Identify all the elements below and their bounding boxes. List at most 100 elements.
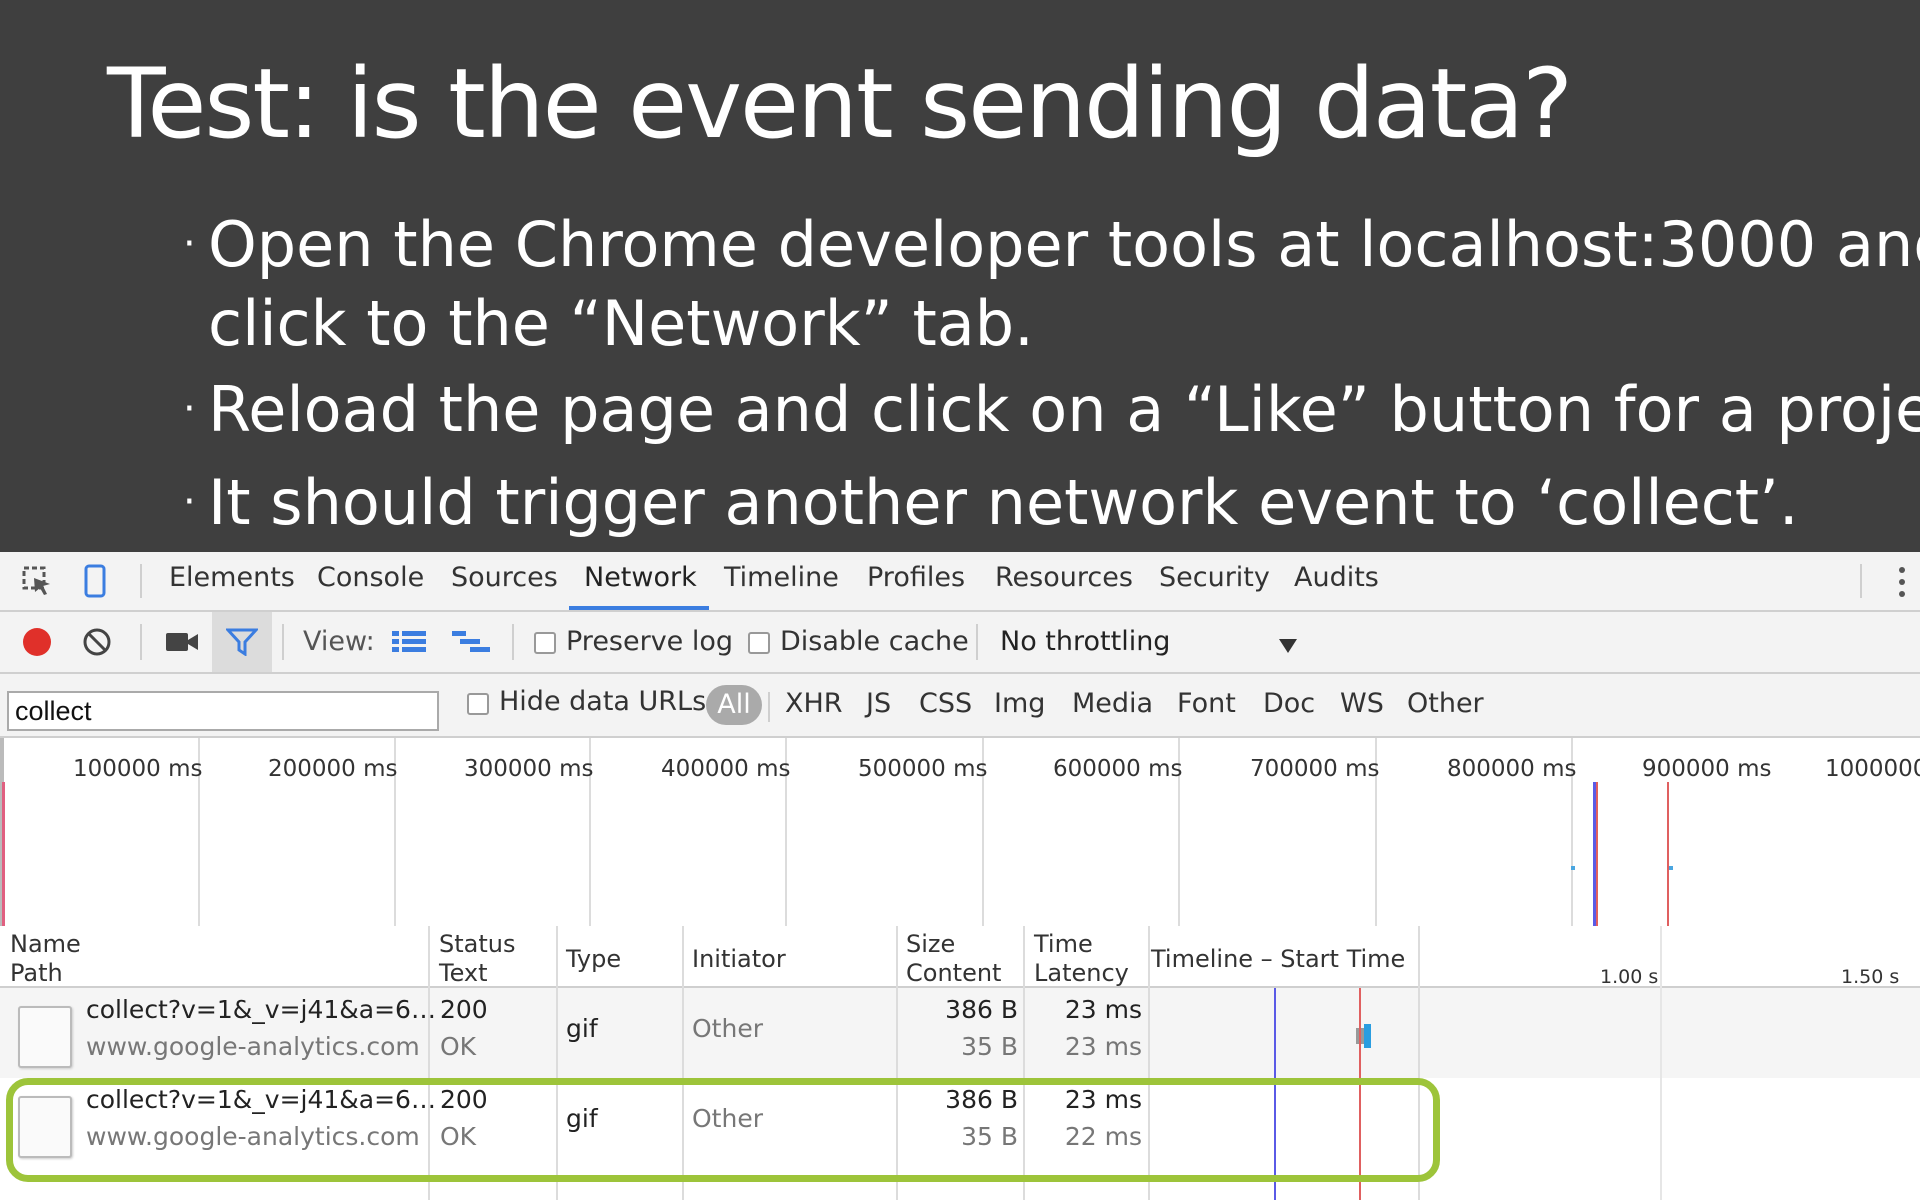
overview-load-marker — [1667, 782, 1669, 926]
preserve-log-label: Preserve log — [566, 626, 734, 657]
divider — [1860, 564, 1862, 598]
tab-resources[interactable]: Resources — [995, 562, 1133, 593]
device-mode-icon[interactable] — [84, 564, 106, 602]
waterfall-bar-receiving — [1364, 1024, 1371, 1048]
more-options-icon[interactable] — [1898, 566, 1906, 602]
throttling-value: No throttling — [1000, 626, 1171, 657]
column-header-initiator[interactable]: Initiator — [692, 945, 786, 974]
tab-profiles[interactable]: Profiles — [867, 562, 965, 593]
overview-request-dot — [1669, 866, 1673, 870]
highlight-box — [6, 1078, 1440, 1182]
dropdown-arrow-icon — [1279, 638, 1297, 657]
record-icon[interactable] — [21, 626, 53, 662]
bullet-3-line-1: It should trigger another network event … — [208, 466, 1799, 539]
column-header-time[interactable]: Time — [1034, 930, 1093, 959]
bullet-2-line-1: Reload the page and click on a “Like” bu… — [208, 373, 1920, 446]
disable-cache-label: Disable cache — [780, 626, 969, 657]
filter-type-other[interactable]: Other — [1407, 688, 1484, 719]
filter-type-js[interactable]: JS — [866, 688, 891, 719]
waterfall-scale-label: 1.00 s — [1600, 966, 1659, 988]
request-type: gif — [566, 1014, 598, 1043]
tab-audits[interactable]: Audits — [1294, 562, 1379, 593]
preserve-log-checkbox[interactable] — [534, 632, 556, 654]
throttling-select[interactable]: No throttling — [996, 620, 1306, 664]
request-content-size: 35 B — [961, 1032, 1018, 1061]
hide-data-urls-checkbox[interactable] — [467, 693, 489, 715]
tab-console[interactable]: Console — [317, 562, 424, 593]
filter-type-css[interactable]: CSS — [919, 688, 972, 719]
filter-type-ws[interactable]: WS — [1340, 688, 1384, 719]
request-row[interactable]: collect?v=1&_v=j41&a=6… www.google-analy… — [0, 988, 1920, 1078]
column-header-type[interactable]: Type — [566, 945, 621, 974]
network-toolbar: View: Preserve log Disable cache No thro… — [0, 612, 1920, 674]
request-latency: 23 ms — [1064, 1032, 1142, 1061]
overview-tick-label: 1000000 — [1825, 756, 1920, 782]
active-tab-indicator — [569, 606, 709, 610]
tab-security[interactable]: Security — [1159, 562, 1270, 593]
request-status-text: OK — [440, 1032, 477, 1061]
clear-icon[interactable] — [82, 627, 112, 661]
column-header-path[interactable]: Path — [10, 959, 63, 988]
slide-title: Test: is the event sending data? — [107, 48, 1573, 160]
overview-tick-label: 700000 ms — [1250, 756, 1380, 782]
request-time: 23 ms — [1064, 995, 1142, 1024]
column-header-status-text[interactable]: Text — [439, 959, 488, 988]
tab-network[interactable]: Network — [584, 562, 697, 593]
request-size: 386 B — [945, 995, 1018, 1024]
overview-tick-label: 100000 ms — [73, 756, 203, 782]
filter-input[interactable] — [7, 691, 439, 731]
bullet-2: · Reload the page and click on a “Like” … — [183, 370, 1920, 449]
filter-type-media[interactable]: Media — [1072, 688, 1153, 719]
large-rows-icon[interactable] — [392, 630, 426, 658]
divider — [768, 692, 770, 722]
waterfall-scale-label: 1.50 s — [1841, 966, 1900, 988]
bullet-3: · It should trigger another network even… — [183, 463, 1799, 542]
filter-type-font[interactable]: Font — [1177, 688, 1236, 719]
file-icon — [18, 1006, 72, 1068]
bullet-dot: · — [183, 386, 196, 432]
filter-type-all[interactable]: All — [706, 685, 762, 725]
bullet-dot: · — [183, 479, 196, 525]
divider — [512, 624, 514, 660]
capture-screenshots-icon[interactable] — [165, 630, 199, 658]
divider — [140, 624, 142, 660]
bullet-1-line-2: click to the “Network” tab. — [208, 287, 1034, 360]
column-header-latency[interactable]: Latency — [1034, 959, 1129, 988]
tab-timeline[interactable]: Timeline — [724, 562, 839, 593]
column-header-status[interactable]: Status — [439, 930, 515, 959]
divider — [282, 624, 284, 660]
request-table-header: Name Path Status Text Type Initiator Siz… — [0, 926, 1920, 988]
column-header-size[interactable]: Size — [906, 930, 955, 959]
overview-request-dot — [1571, 866, 1575, 870]
view-label: View: — [303, 626, 375, 657]
request-initiator: Other — [692, 1014, 763, 1043]
disable-cache-checkbox[interactable] — [748, 632, 770, 654]
divider — [976, 624, 978, 660]
filter-icon — [224, 628, 260, 660]
filter-type-img[interactable]: Img — [994, 688, 1045, 719]
tab-sources[interactable]: Sources — [451, 562, 558, 593]
inspect-element-icon[interactable] — [22, 566, 54, 602]
request-name: collect?v=1&_v=j41&a=6… — [86, 995, 436, 1024]
column-header-timeline[interactable]: Timeline – Start Time — [1151, 945, 1405, 974]
overview-tick-label: 500000 ms — [858, 756, 988, 782]
filter-type-xhr[interactable]: XHR — [785, 688, 843, 719]
overview-tick-label: 600000 ms — [1053, 756, 1183, 782]
tab-elements[interactable]: Elements — [169, 562, 295, 593]
overview-tick-label: 400000 ms — [661, 756, 791, 782]
column-header-name[interactable]: Name — [10, 930, 81, 959]
devtools-tab-bar: Elements Console Sources Network Timelin… — [0, 552, 1920, 612]
overview-load-marker — [1596, 782, 1598, 926]
waterfall-view-icon[interactable] — [452, 630, 492, 658]
timeline-overview[interactable]: 100000 ms 200000 ms 300000 ms 400000 ms … — [0, 738, 1920, 928]
filter-toggle[interactable] — [212, 612, 272, 672]
overview-tick-label: 800000 ms — [1447, 756, 1577, 782]
filter-type-doc[interactable]: Doc — [1263, 688, 1315, 719]
bullet-dot: · — [183, 221, 196, 267]
request-path: www.google-analytics.com — [86, 1032, 420, 1061]
bullet-1: · Open the Chrome developer tools at loc… — [183, 205, 1920, 363]
divider — [140, 564, 142, 598]
column-header-content[interactable]: Content — [906, 959, 1001, 988]
hide-data-urls-label: Hide data URLs — [499, 686, 707, 717]
overview-tick-label: 300000 ms — [464, 756, 594, 782]
